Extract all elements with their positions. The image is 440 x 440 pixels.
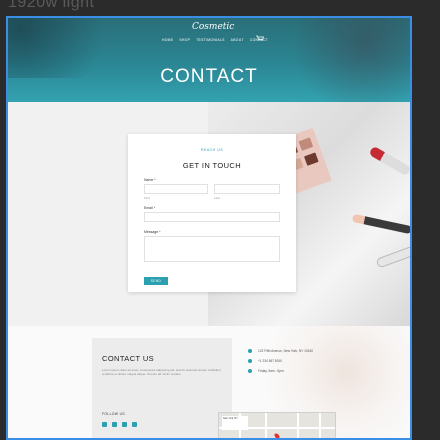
- frame-label: 1920w light: [8, 0, 95, 11]
- hero-section: Cosmetic Home Shop Testimonials About Co…: [8, 18, 410, 102]
- email-label: Email *: [144, 206, 156, 210]
- email-input[interactable]: [144, 212, 280, 222]
- phone-icon: [248, 359, 252, 363]
- location-icon: [248, 349, 252, 353]
- first-name-input[interactable]: [144, 184, 208, 194]
- phone-row: +1 234 567 8910: [248, 356, 313, 366]
- nav-item-about[interactable]: About: [231, 38, 244, 42]
- map-pin-icon[interactable]: [273, 432, 281, 438]
- address-text: 123 Fifth Avenue, New York, NY 10160: [258, 349, 313, 353]
- site-logo[interactable]: Cosmetic: [192, 22, 234, 32]
- address-row: 123 Fifth Avenue, New York, NY 10160: [248, 346, 313, 356]
- send-button[interactable]: Send: [144, 277, 168, 285]
- contact-form-card: Reach us GET IN TOUCH Name * First Last …: [128, 134, 296, 292]
- instagram-icon[interactable]: [112, 422, 117, 427]
- social-links: [102, 422, 137, 427]
- map-info-card: New York, NY: [222, 416, 248, 430]
- hero-decor-right: [260, 18, 410, 102]
- pinterest-icon[interactable]: [122, 422, 127, 427]
- nav-item-shop[interactable]: Shop: [179, 38, 190, 42]
- phone-text: +1 234 567 8910: [258, 359, 283, 363]
- facebook-icon[interactable]: [102, 422, 107, 427]
- hours-text: Friday, 9am - 6pm: [258, 369, 284, 373]
- follow-us-label: Follow us: [102, 412, 126, 416]
- message-label: Message *: [144, 230, 161, 234]
- first-sub-label: First: [144, 196, 150, 200]
- last-name-input[interactable]: [214, 184, 280, 194]
- hours-row: Friday, 9am - 6pm: [248, 366, 313, 376]
- contact-details: 123 Fifth Avenue, New York, NY 10160 +1 …: [248, 346, 313, 376]
- twitter-icon[interactable]: [132, 422, 137, 427]
- nav-item-home[interactable]: Home: [162, 38, 173, 42]
- last-sub-label: Last: [214, 196, 220, 200]
- main-nav: Home Shop Testimonials About Contact: [162, 38, 268, 42]
- location-map[interactable]: New York, NY: [218, 412, 336, 438]
- info-section: CONTACT US Lorem ipsum dolor sit amet, c…: [8, 326, 410, 438]
- contact-us-title: CONTACT US: [102, 354, 155, 363]
- cart-icon[interactable]: [256, 35, 264, 41]
- contact-us-text: Lorem ipsum dolor sit amet, consectetur …: [102, 368, 221, 377]
- clock-icon: [248, 369, 252, 373]
- page-title: CONTACT: [160, 66, 258, 87]
- nav-item-testimonials[interactable]: Testimonials: [196, 38, 224, 42]
- message-textarea[interactable]: [144, 236, 280, 262]
- form-title: GET IN TOUCH: [182, 161, 242, 170]
- form-eyebrow: Reach us: [200, 148, 224, 152]
- contact-us-panel: CONTACT US Lorem ipsum dolor sit amet, c…: [92, 338, 232, 438]
- page-frame[interactable]: Cosmetic Home Shop Testimonials About Co…: [6, 16, 412, 440]
- name-label: Name *: [144, 178, 156, 182]
